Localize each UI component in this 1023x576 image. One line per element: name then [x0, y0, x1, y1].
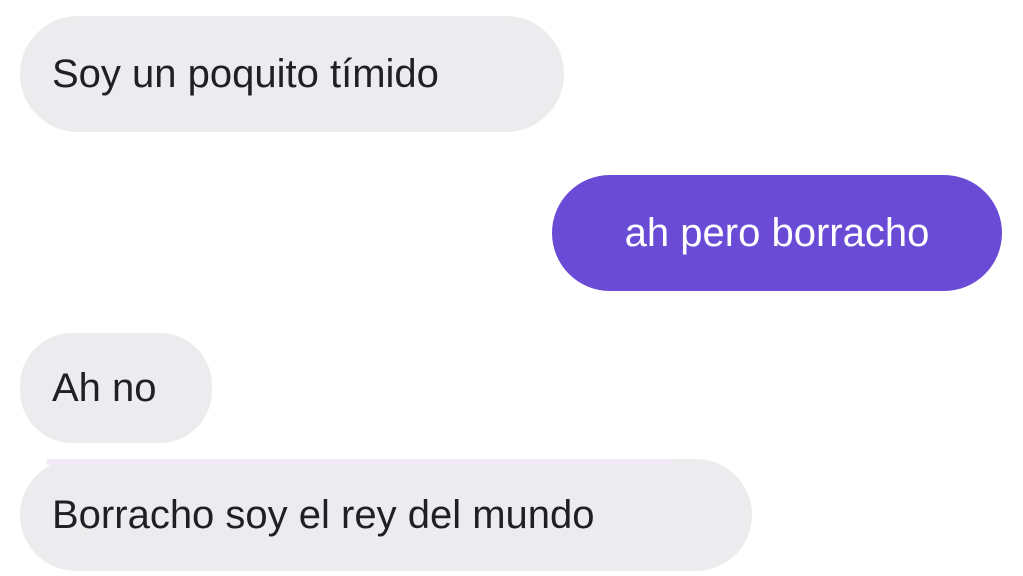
incoming-message-bubble[interactable]: Borracho soy el rey del mundo: [20, 459, 752, 571]
outgoing-message-bubble[interactable]: ah pero borracho: [552, 175, 1002, 291]
chat-thread: Soy un poquito tímido ah pero borracho A…: [0, 0, 1023, 576]
message-text: Borracho soy el rey del mundo: [52, 493, 595, 537]
incoming-message-bubble[interactable]: Soy un poquito tímido: [20, 16, 564, 132]
incoming-message-bubble[interactable]: Ah no: [20, 333, 212, 443]
message-text: ah pero borracho: [624, 211, 930, 255]
message-text: Soy un poquito tímido: [52, 52, 439, 96]
message-text: Ah no: [52, 366, 157, 410]
